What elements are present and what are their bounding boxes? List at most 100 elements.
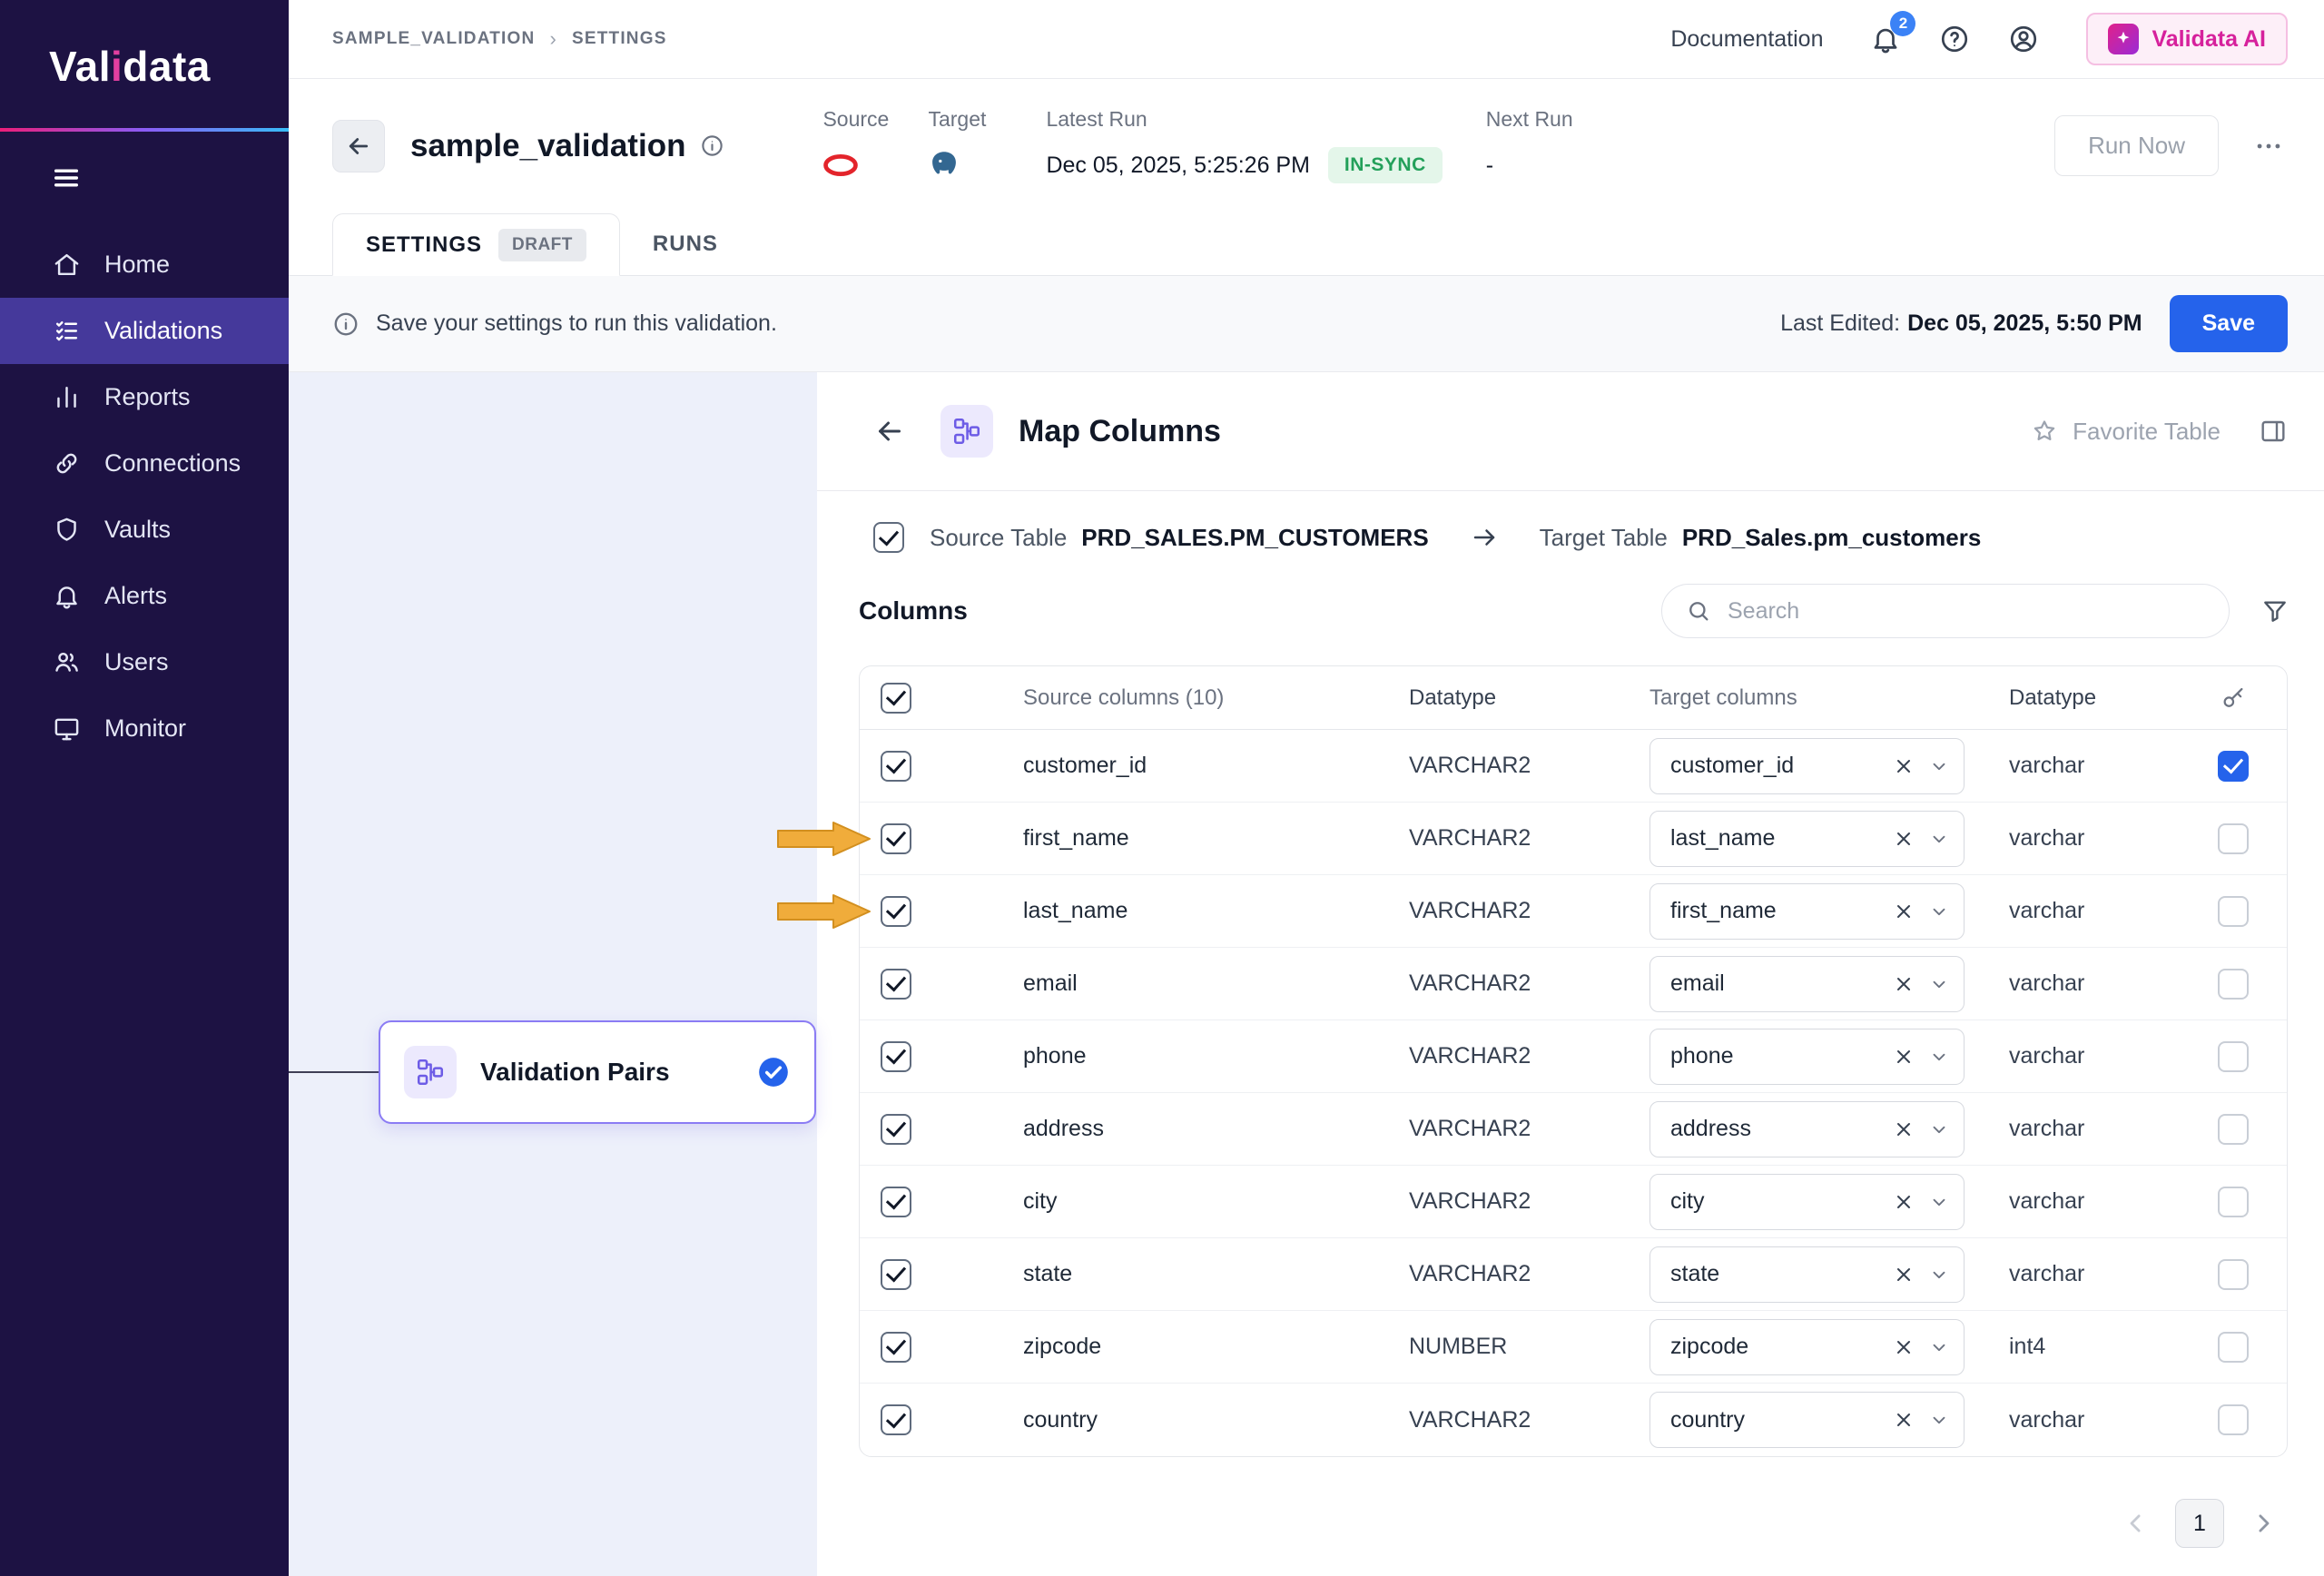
row-select-checkbox[interactable] <box>881 1187 911 1217</box>
hamburger-menu-icon[interactable] <box>51 163 82 193</box>
notifications-bell-icon[interactable]: 2 <box>1870 24 1901 54</box>
table-mapping-row: Source Table PRD_SALES.PM_CUSTOMERS Targ… <box>817 491 2324 553</box>
clear-icon[interactable] <box>1893 1264 1915 1285</box>
chevron-down-icon[interactable] <box>1929 756 1949 776</box>
sidebar-item-validations[interactable]: Validations <box>0 298 289 364</box>
row-select-checkbox[interactable] <box>881 969 911 1000</box>
target-column-dropdown[interactable]: first_name <box>1649 883 1965 940</box>
row-select-checkbox[interactable] <box>881 823 911 854</box>
notice-message: Save your settings to run this validatio… <box>376 310 777 337</box>
source-column-name: customer_id <box>932 753 1409 779</box>
help-icon[interactable] <box>1939 24 1970 54</box>
chevron-down-icon[interactable] <box>1929 1047 1949 1067</box>
target-column-dropdown[interactable]: phone <box>1649 1029 1965 1085</box>
clear-icon[interactable] <box>1893 1191 1915 1213</box>
panel-back-arrow[interactable] <box>873 415 906 448</box>
chevron-down-icon[interactable] <box>1929 1192 1949 1212</box>
filter-icon[interactable] <box>2260 596 2290 625</box>
select-all-checkbox[interactable] <box>881 683 911 714</box>
key-checkbox[interactable] <box>2218 1114 2249 1145</box>
key-checkbox[interactable] <box>2218 1332 2249 1363</box>
clear-icon[interactable] <box>1893 1336 1915 1358</box>
chevron-down-icon[interactable] <box>1929 829 1949 849</box>
sidebar-item-users[interactable]: Users <box>0 629 289 695</box>
key-checkbox[interactable] <box>2218 751 2249 782</box>
topbar: SAMPLE_VALIDATION › SETTINGS Documentati… <box>289 0 2324 79</box>
source-column-name: country <box>932 1407 1409 1433</box>
favorite-table-button[interactable]: Favorite Table <box>2031 418 2221 446</box>
clear-icon[interactable] <box>1893 1046 1915 1068</box>
chevron-down-icon[interactable] <box>1929 1119 1949 1139</box>
breadcrumb-item[interactable]: SAMPLE_VALIDATION <box>332 29 535 49</box>
target-table-label: Target Table <box>1540 524 1668 552</box>
target-column-value: last_name <box>1670 825 1893 852</box>
row-select-checkbox[interactable] <box>881 896 911 927</box>
chevron-down-icon[interactable] <box>1929 1410 1949 1430</box>
sidebar-item-reports[interactable]: Reports <box>0 364 289 430</box>
target-column-dropdown[interactable]: city <box>1649 1174 1965 1230</box>
tab-runs[interactable]: RUNS <box>620 212 751 275</box>
clear-icon[interactable] <box>1893 973 1915 995</box>
breadcrumb-item[interactable]: SETTINGS <box>572 29 667 49</box>
search-input[interactable] <box>1728 598 2205 625</box>
key-checkbox[interactable] <box>2218 1404 2249 1435</box>
source-datatype: VARCHAR2 <box>1409 1116 1649 1142</box>
validation-pairs-node[interactable]: Validation Pairs <box>379 1020 816 1124</box>
more-options-icon[interactable] <box>2253 131 2284 162</box>
chevron-down-icon[interactable] <box>1929 901 1949 921</box>
clear-icon[interactable] <box>1893 828 1915 850</box>
key-checkbox[interactable] <box>2218 969 2249 1000</box>
row-select-checkbox[interactable] <box>881 1404 911 1435</box>
target-column-dropdown[interactable]: zipcode <box>1649 1319 1965 1375</box>
run-now-button[interactable]: Run Now <box>2054 115 2219 176</box>
next-page-icon[interactable] <box>2250 1510 2277 1537</box>
table-pair-checkbox[interactable] <box>873 522 904 553</box>
clear-icon[interactable] <box>1893 755 1915 777</box>
target-column-dropdown[interactable]: address <box>1649 1101 1965 1157</box>
save-button[interactable]: Save <box>2170 295 2288 352</box>
clear-icon[interactable] <box>1893 1118 1915 1140</box>
key-checkbox[interactable] <box>2218 823 2249 854</box>
sidebar-item-vaults[interactable]: Vaults <box>0 497 289 563</box>
key-checkbox[interactable] <box>2218 1041 2249 1072</box>
clear-icon[interactable] <box>1893 1409 1915 1431</box>
target-column-dropdown[interactable]: email <box>1649 956 1965 1012</box>
topbar-right: Documentation 2 <box>1670 13 2288 65</box>
tab-settings[interactable]: SETTINGS DRAFT <box>332 213 620 276</box>
page-number[interactable]: 1 <box>2175 1499 2224 1548</box>
user-account-icon[interactable] <box>2008 24 2039 54</box>
key-checkbox[interactable] <box>2218 1187 2249 1217</box>
sidebar-item-monitor[interactable]: Monitor <box>0 695 289 762</box>
sidebar-item-alerts[interactable]: Alerts <box>0 563 289 629</box>
columns-table-header: Source columns (10) Datatype Target colu… <box>860 666 2287 730</box>
source-meta: Source <box>822 107 928 184</box>
validata-ai-button[interactable]: Validata AI <box>2086 13 2288 65</box>
collapse-panel-icon[interactable] <box>2259 417 2288 446</box>
target-column-dropdown[interactable]: last_name <box>1649 811 1965 867</box>
source-label: Source <box>822 107 928 132</box>
latest-run-label: Latest Run <box>1046 107 1442 132</box>
row-select-checkbox[interactable] <box>881 1114 911 1145</box>
chevron-down-icon[interactable] <box>1929 974 1949 994</box>
target-column-dropdown[interactable]: state <box>1649 1246 1965 1303</box>
previous-page-icon[interactable] <box>2122 1510 2150 1537</box>
target-column-value: customer_id <box>1670 753 1893 779</box>
documentation-link[interactable]: Documentation <box>1670 26 1823 53</box>
sidebar-item-connections[interactable]: Connections <box>0 430 289 497</box>
sidebar-item-home[interactable]: Home <box>0 231 289 298</box>
clear-icon[interactable] <box>1893 901 1915 922</box>
chevron-down-icon[interactable] <box>1929 1265 1949 1285</box>
row-select-checkbox[interactable] <box>881 1259 911 1290</box>
chevron-down-icon[interactable] <box>1929 1337 1949 1357</box>
target-column-dropdown[interactable]: country <box>1649 1392 1965 1448</box>
row-select-checkbox[interactable] <box>881 1332 911 1363</box>
table-row: address VARCHAR2 address varchar <box>860 1093 2287 1166</box>
back-button[interactable] <box>332 120 385 172</box>
row-select-checkbox[interactable] <box>881 751 911 782</box>
row-select-checkbox[interactable] <box>881 1041 911 1072</box>
target-column-dropdown[interactable]: customer_id <box>1649 738 1965 794</box>
mapping-icon <box>404 1046 457 1098</box>
key-checkbox[interactable] <box>2218 1259 2249 1290</box>
key-checkbox[interactable] <box>2218 896 2249 927</box>
info-icon[interactable] <box>700 133 724 158</box>
